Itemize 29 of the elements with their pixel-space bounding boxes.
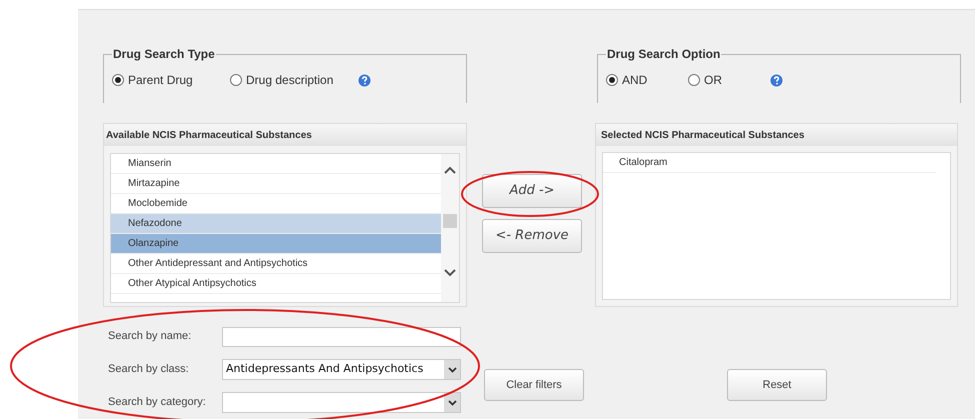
panel-header: Available NCIS Pharmaceutical Substances [104,124,466,146]
clear-filters-button[interactable]: Clear filters [484,369,584,401]
list-item[interactable]: Olanzapine [111,234,442,254]
field-label: Search by name: [108,329,192,344]
radio-button[interactable]: Parent Drug [112,71,230,89]
input-field[interactable] [222,326,461,346]
scroll-down-icon[interactable] [444,269,456,277]
dropdown[interactable]: Antidepressants And Antipsychotics [222,359,461,380]
move-button[interactable]: <- Remove [482,219,582,253]
fieldset-legend: Drug Search Option [606,45,722,63]
list-item[interactable]: Citalopram [603,153,936,173]
field-label: Search by category: [108,395,207,410]
dropdown-caret-icon [448,366,456,372]
help-icon[interactable] [358,74,371,86]
fieldset-legend: Drug Search Type [112,45,216,63]
radio-button[interactable]: AND [606,71,688,89]
field-label: Search by class: [108,362,190,378]
reset-button[interactable]: Reset [727,369,827,401]
scroll-up-icon[interactable] [444,166,456,174]
list-item[interactable]: Nefazodone [111,214,442,234]
help-icon[interactable] [770,74,783,86]
scroll-thumb[interactable] [443,214,458,228]
move-button[interactable]: Add -> [482,174,582,208]
radio-button[interactable]: Drug description [230,71,358,89]
panel-header: Selected NCIS Pharmaceutical Substances [596,124,957,146]
radio-button[interactable]: OR [688,71,770,89]
scrollbar[interactable] [441,154,459,302]
dropdown[interactable] [222,392,461,413]
dropdown-caret-icon [448,400,456,406]
